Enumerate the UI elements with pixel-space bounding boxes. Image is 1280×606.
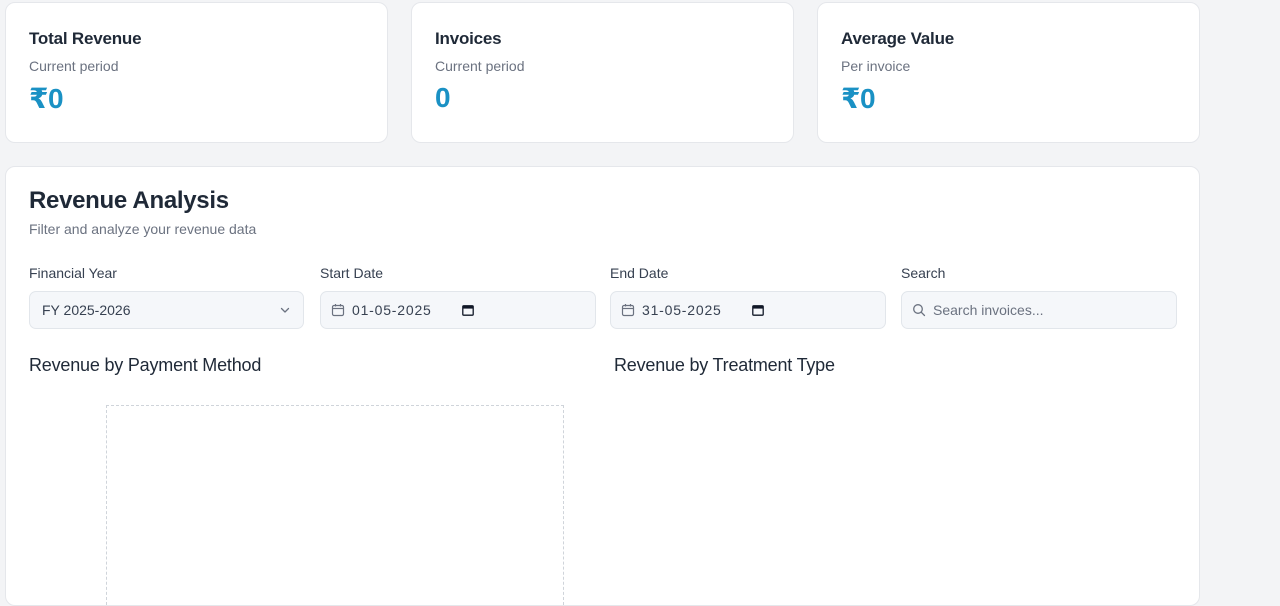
- stat-subtitle: Current period: [29, 58, 119, 74]
- date-picker-icon[interactable]: [751, 304, 764, 316]
- revenue-analysis-panel: Revenue Analysis Filter and analyze your…: [5, 166, 1200, 606]
- calendar-icon: [331, 303, 345, 317]
- search-label: Search: [901, 265, 946, 281]
- stat-card-average-value: Average Value Per invoice ₹0: [817, 2, 1200, 143]
- treatment-type-chart-title: Revenue by Treatment Type: [614, 355, 835, 375]
- end-date-value: 31-05-2025: [642, 302, 722, 318]
- panel-subtitle: Filter and analyze your revenue data: [29, 221, 257, 237]
- chevron-down-icon: [279, 304, 291, 316]
- search-placeholder: Search invoices...: [933, 302, 1044, 318]
- start-date-value: 01-05-2025: [352, 302, 432, 318]
- stat-card-total-revenue: Total Revenue Current period ₹0: [5, 2, 388, 143]
- payment-method-chart-title: Revenue by Payment Method: [29, 355, 262, 375]
- financial-year-select[interactable]: FY 2025-2026: [29, 291, 304, 329]
- stat-subtitle: Current period: [435, 58, 525, 74]
- panel-title: Revenue Analysis: [29, 187, 229, 214]
- search-icon: [912, 303, 926, 317]
- stat-title: Invoices: [435, 29, 502, 48]
- stat-title: Total Revenue: [29, 29, 142, 48]
- stat-value: ₹0: [841, 83, 876, 114]
- stat-subtitle: Per invoice: [841, 58, 911, 74]
- stat-card-invoices: Invoices Current period 0: [411, 2, 794, 143]
- search-input[interactable]: Search invoices...: [901, 291, 1177, 329]
- start-date-input[interactable]: 01-05-2025: [320, 291, 596, 329]
- end-date-input[interactable]: 31-05-2025: [610, 291, 886, 329]
- date-picker-icon[interactable]: [461, 304, 474, 316]
- calendar-icon: [621, 303, 635, 317]
- start-date-label: Start Date: [320, 265, 384, 281]
- end-date-label: End Date: [610, 265, 669, 281]
- stat-value: 0: [435, 82, 451, 113]
- stat-title: Average Value: [841, 29, 955, 48]
- financial-year-label: Financial Year: [29, 265, 117, 281]
- stat-value: ₹0: [29, 83, 64, 114]
- financial-year-value: FY 2025-2026: [42, 302, 131, 318]
- payment-method-chart-area: [106, 405, 564, 605]
